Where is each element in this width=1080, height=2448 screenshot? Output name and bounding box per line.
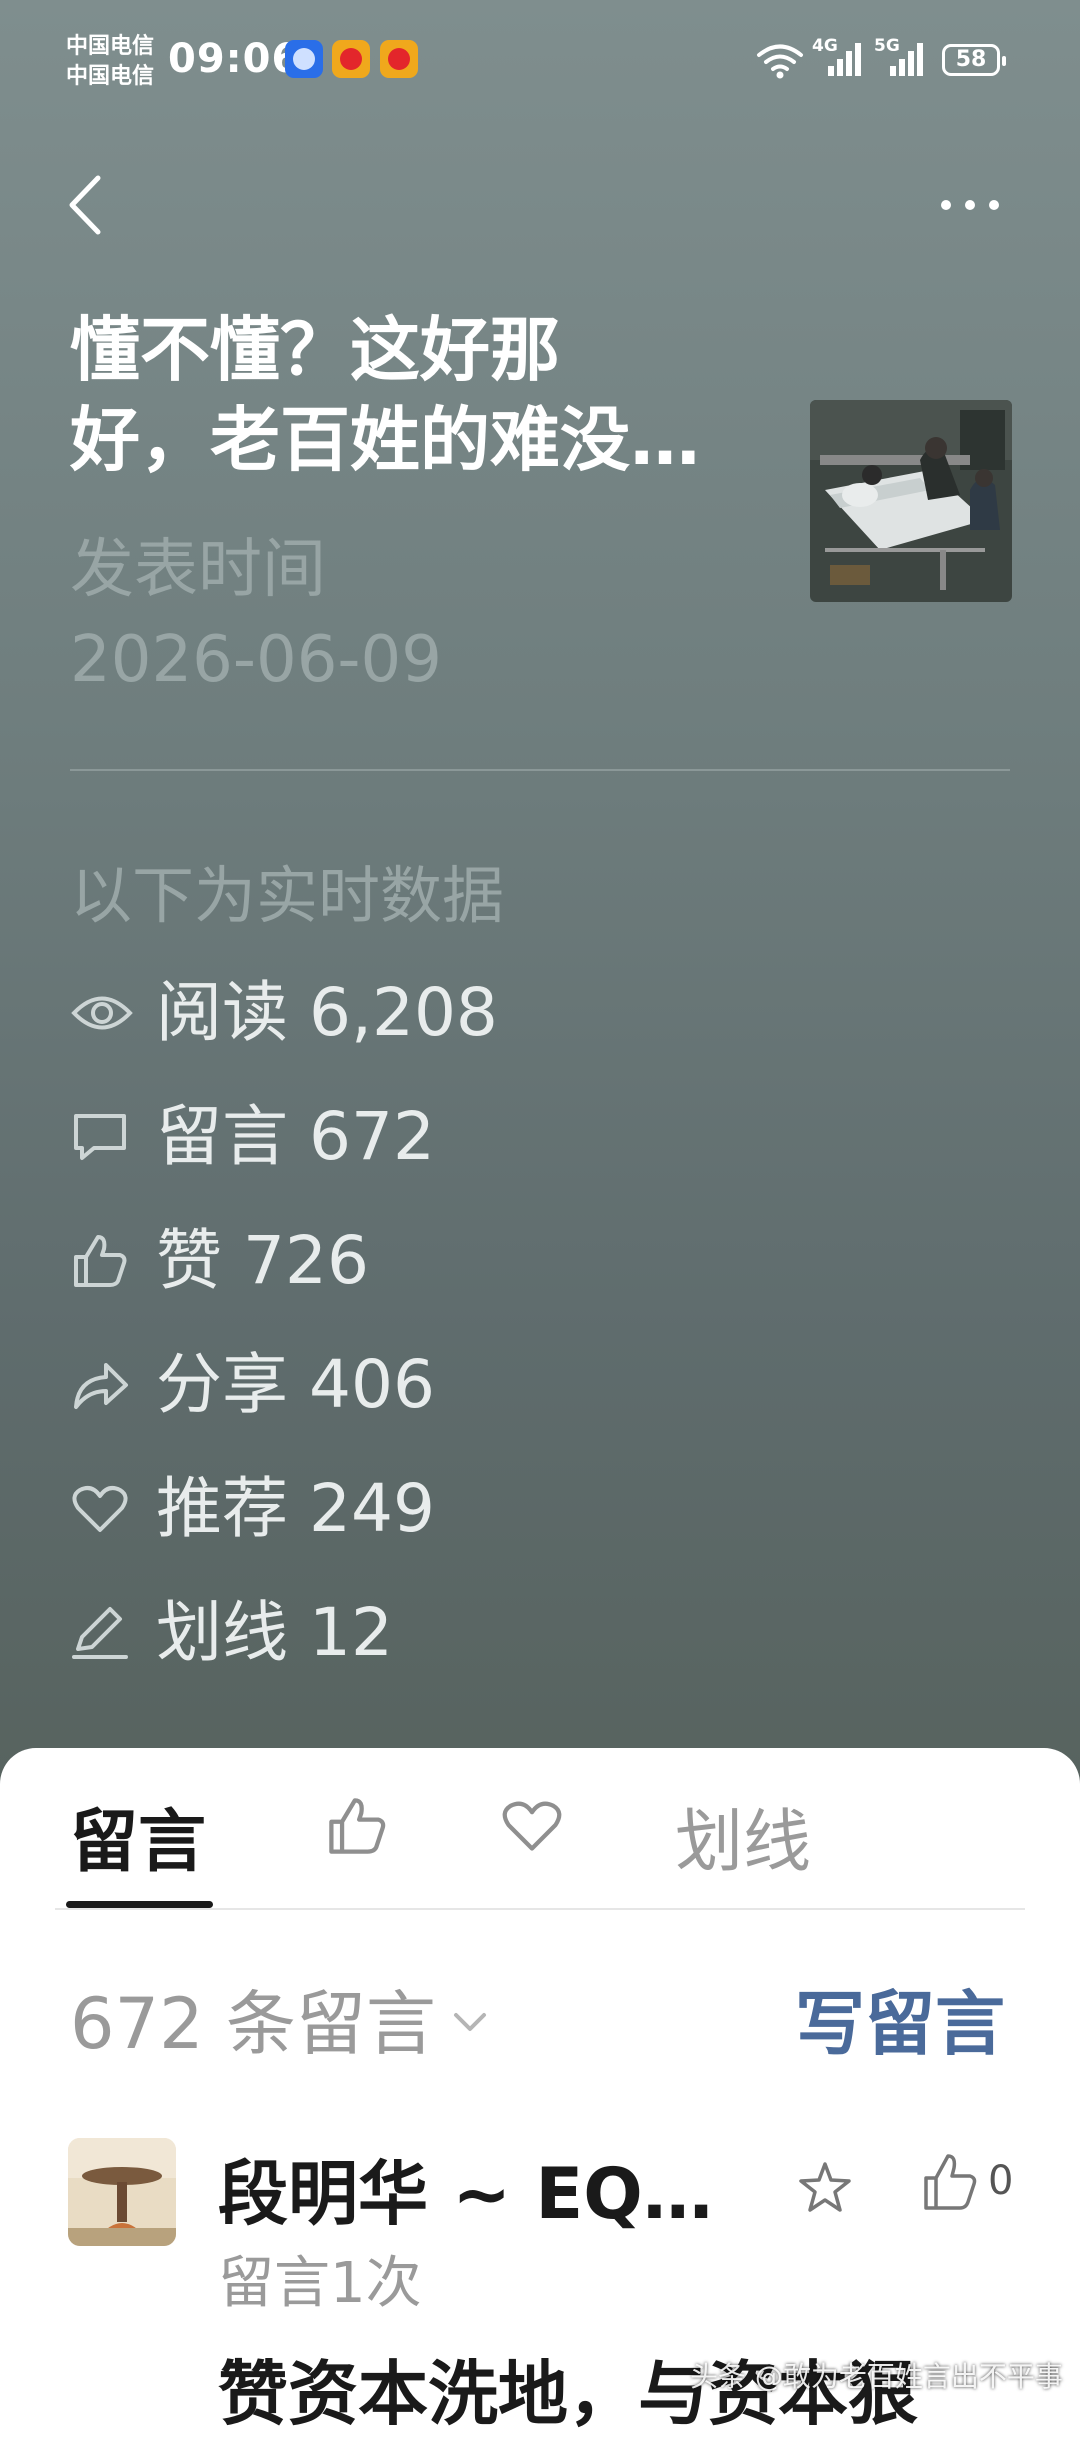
comment-like-count: 0 bbox=[988, 2158, 1014, 2204]
article-title-line-2: 好，老百姓的难没… bbox=[70, 399, 700, 481]
stat-shares: 分享 406 bbox=[70, 1340, 435, 1430]
tab-highlights[interactable]: 划线 bbox=[675, 1786, 811, 1885]
article-title-line-1: 懂不懂？这好那 bbox=[70, 309, 560, 391]
comment-icon bbox=[70, 1102, 140, 1172]
publish-label: 发表时间 bbox=[70, 533, 326, 607]
stat-likes: 赞 726 bbox=[70, 1216, 369, 1306]
comment-count-sort[interactable]: 672 条留言 bbox=[70, 1968, 490, 2069]
article-title[interactable]: 懂不懂？这好那 好，老百姓的难没… bbox=[70, 305, 770, 485]
stat-highlights: 划线 12 bbox=[70, 1588, 393, 1678]
carrier-2: 中国电信 bbox=[66, 64, 155, 89]
comments-sheet: 留言 划线 672 条留言 写留言 段明华 ~ EQ… 0 留言1次 赞资本洗地… bbox=[0, 1748, 1080, 2448]
thumbs-up-icon bbox=[70, 1226, 140, 1296]
publish-date: 2026-06-09 bbox=[70, 623, 442, 697]
active-tab-indicator bbox=[66, 1901, 213, 1908]
comment-count: 672 条留言 bbox=[70, 1983, 436, 2065]
app-notification-icon bbox=[285, 40, 323, 78]
status-bar: 中国电信 中国电信 09:06 4G 5G 58 bbox=[0, 0, 1080, 130]
watermark: 头条 @敢为老百姓言出不平事 bbox=[690, 2360, 1063, 2393]
battery-indicator: 58 bbox=[942, 44, 1006, 76]
stat-label: 赞 726 bbox=[156, 1222, 369, 1299]
stat-reads: 阅读 6,208 bbox=[70, 968, 498, 1058]
stat-comments: 留言 672 bbox=[70, 1092, 435, 1182]
comment-author[interactable]: 段明华 ~ EQ… bbox=[218, 2138, 713, 2239]
weibo-notification-icon bbox=[380, 40, 418, 78]
signal-icon bbox=[890, 43, 923, 76]
stat-recommends: 推荐 249 bbox=[70, 1464, 435, 1554]
article-thumbnail[interactable] bbox=[810, 400, 1012, 602]
stat-label: 划线 12 bbox=[156, 1594, 393, 1671]
heart-icon bbox=[70, 1474, 140, 1544]
tabs-divider bbox=[55, 1908, 1025, 1910]
more-options-icon[interactable] bbox=[930, 180, 1010, 230]
signal-icon bbox=[828, 43, 861, 76]
clock: 09:06 bbox=[168, 36, 301, 82]
pen-icon bbox=[70, 1598, 140, 1668]
back-arrow-icon[interactable] bbox=[60, 170, 120, 240]
section-divider bbox=[70, 769, 1010, 771]
chevron-down-icon bbox=[453, 2012, 486, 2031]
stat-label: 留言 672 bbox=[156, 1098, 435, 1175]
write-comment-button[interactable]: 写留言 bbox=[795, 1968, 1005, 2069]
star-icon[interactable] bbox=[795, 2158, 855, 2218]
comment-like-thumbs-up-icon[interactable] bbox=[920, 2150, 980, 2214]
stat-label: 阅读 6,208 bbox=[156, 974, 498, 1051]
tab-comments[interactable]: 留言 bbox=[70, 1786, 206, 1885]
tab-likes-thumbs-up-icon[interactable] bbox=[325, 1790, 389, 1862]
comment-meta: 留言1次 bbox=[218, 2251, 422, 2316]
share-icon bbox=[70, 1350, 140, 1420]
carrier-1: 中国电信 bbox=[66, 34, 155, 59]
avatar[interactable] bbox=[68, 2138, 176, 2246]
publish-info: 发表时间 2026-06-09 bbox=[70, 525, 442, 705]
weibo-notification-icon bbox=[332, 40, 370, 78]
stat-label: 分享 406 bbox=[156, 1346, 435, 1423]
stat-label: 推荐 249 bbox=[156, 1470, 435, 1547]
tab-recommends-heart-icon[interactable] bbox=[500, 1793, 564, 1857]
eye-icon bbox=[70, 978, 140, 1048]
carrier-labels: 中国电信 中国电信 bbox=[66, 32, 154, 92]
wifi-icon bbox=[757, 44, 803, 79]
realtime-data-heading: 以下为实时数据 bbox=[70, 859, 505, 932]
